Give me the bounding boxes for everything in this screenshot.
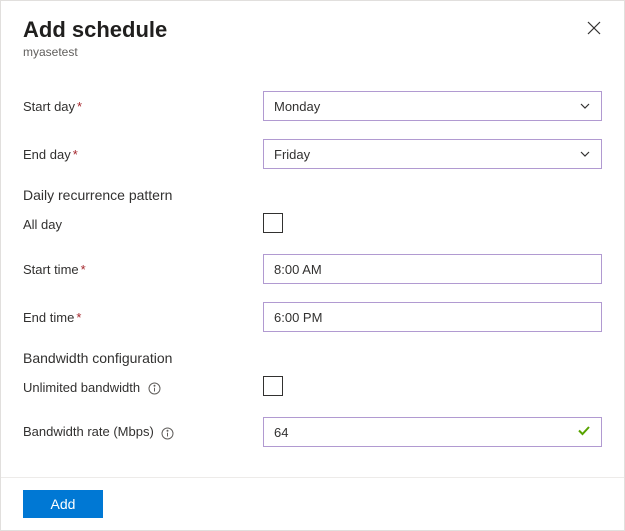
unlimited-bandwidth-checkbox[interactable] (263, 376, 283, 396)
end-day-row: End day* Friday (23, 139, 602, 169)
bandwidth-rate-value: 64 (274, 425, 288, 440)
panel-title: Add schedule (23, 17, 602, 43)
all-day-row: All day (23, 213, 602, 236)
add-button[interactable]: Add (23, 490, 103, 518)
chevron-down-icon (579, 100, 591, 112)
start-time-label: Start time* (23, 262, 263, 277)
start-day-value: Monday (274, 99, 320, 114)
start-day-dropdown[interactable]: Monday (263, 91, 602, 121)
unlimited-bandwidth-row: Unlimited bandwidth (23, 376, 602, 399)
panel-header: Add schedule myasetest (1, 1, 624, 69)
bandwidth-section-title: Bandwidth configuration (23, 350, 602, 366)
close-icon (587, 21, 601, 38)
panel-footer: Add (1, 477, 624, 530)
required-asterisk: * (73, 147, 78, 162)
all-day-checkbox[interactable] (263, 213, 283, 233)
required-asterisk: * (81, 262, 86, 277)
start-time-input[interactable]: 8:00 AM (263, 254, 602, 284)
end-day-dropdown[interactable]: Friday (263, 139, 602, 169)
required-asterisk: * (77, 99, 82, 114)
panel-subtitle: myasetest (23, 45, 602, 59)
recurrence-section-title: Daily recurrence pattern (23, 187, 602, 203)
bandwidth-rate-row: Bandwidth rate (Mbps) 64 (23, 417, 602, 447)
unlimited-bandwidth-label: Unlimited bandwidth (23, 380, 263, 395)
start-time-row: Start time* 8:00 AM (23, 254, 602, 284)
add-schedule-panel: Add schedule myasetest Start day* Monday (0, 0, 625, 531)
start-day-label: Start day* (23, 99, 263, 114)
all-day-label: All day (23, 217, 263, 232)
chevron-down-icon (579, 148, 591, 160)
start-time-value: 8:00 AM (274, 262, 322, 277)
bandwidth-rate-input[interactable]: 64 (263, 417, 602, 447)
end-time-value: 6:00 PM (274, 310, 322, 325)
end-time-input[interactable]: 6:00 PM (263, 302, 602, 332)
valid-check-icon (577, 424, 591, 441)
form-body: Start day* Monday End day* Friday (1, 69, 624, 477)
end-day-label: End day* (23, 147, 263, 162)
info-icon[interactable] (161, 427, 174, 440)
end-day-value: Friday (274, 147, 310, 162)
start-day-row: Start day* Monday (23, 91, 602, 121)
bandwidth-rate-label: Bandwidth rate (Mbps) (23, 424, 263, 439)
required-asterisk: * (76, 310, 81, 325)
info-icon[interactable] (148, 382, 161, 395)
close-button[interactable] (580, 15, 608, 43)
end-time-row: End time* 6:00 PM (23, 302, 602, 332)
end-time-label: End time* (23, 310, 263, 325)
